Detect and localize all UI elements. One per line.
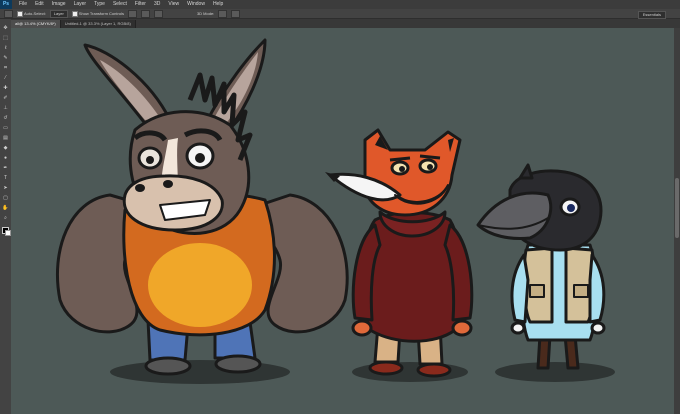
menu-file[interactable]: File [15,0,31,9]
move-tool-icon[interactable]: ✥ [2,25,9,31]
dodge-tool-icon[interactable]: ● [2,155,9,161]
crow-character-icon [476,163,606,370]
menu-help[interactable]: Help [209,0,227,9]
fox-character-icon [325,128,474,378]
align-bottom-icon[interactable] [153,9,163,18]
type-tool-icon[interactable]: T [2,175,9,181]
menu-layer[interactable]: Layer [70,0,91,9]
crow-shadow [495,362,615,382]
auto-select-checkbox[interactable]: Auto-Select: [17,10,46,17]
menu-filter[interactable]: Filter [131,0,150,9]
menu-select[interactable]: Select [109,0,131,9]
document-tab[interactable]: all@ 13.4% (CMYK/8*) [11,20,61,28]
path-select-tool-icon[interactable]: ➤ [2,185,9,191]
crop-tool-icon[interactable]: ⌗ [2,65,9,71]
history-brush-tool-icon[interactable]: ↺ [2,115,9,121]
menu-window[interactable]: Window [183,0,209,9]
align-middle-icon[interactable] [140,9,150,18]
lasso-tool-icon[interactable]: ℓ [2,45,9,51]
scrollbar-thumb[interactable] [675,178,679,238]
menu-type[interactable]: Type [90,0,109,9]
show-transform-checkbox[interactable]: Show Transform Controls [71,10,124,17]
shape-tool-icon[interactable]: ▢ [2,195,9,201]
3d-roll-icon[interactable] [231,9,241,18]
zoom-tool-icon[interactable]: ⌕ [2,215,9,221]
3d-mode-label: 3D Mode: [196,11,215,16]
photoshop-logo-icon: Ps [0,0,12,9]
donkey-shadow [110,360,290,384]
document-canvas[interactable] [11,28,680,414]
menu-image[interactable]: Image [48,0,70,9]
stamp-tool-icon[interactable]: ⊥ [2,105,9,111]
donkey-character-icon [55,38,349,376]
auto-select-dropdown[interactable]: Layer [49,9,68,18]
heal-tool-icon[interactable]: ✚ [2,85,9,91]
quick-select-tool-icon[interactable]: ✎ [2,55,9,61]
3d-rotate-icon[interactable] [218,9,228,18]
gradient-tool-icon[interactable]: ▤ [2,135,9,141]
move-tool-preset-icon[interactable] [4,9,13,18]
menu-3d[interactable]: 3D [150,0,164,9]
menu-view[interactable]: View [164,0,183,9]
brush-tool-icon[interactable]: ✐ [2,95,9,101]
marquee-tool-icon[interactable]: ⬚ [2,35,9,41]
hand-tool-icon[interactable]: ✋ [2,205,9,211]
menu-edit[interactable]: Edit [31,0,48,9]
eraser-tool-icon[interactable]: ▭ [2,125,9,131]
align-top-icon[interactable] [127,9,137,18]
vertical-scrollbar[interactable] [674,28,680,414]
workspace-switcher[interactable]: Essentials [637,11,666,19]
document-tab[interactable]: Untitled-1 @ 33.3% (Layer 1, RGB/8) [60,20,136,28]
pen-tool-icon[interactable]: ✒ [2,165,9,171]
eyedropper-tool-icon[interactable]: ⁄ [2,75,9,81]
blur-tool-icon[interactable]: ◆ [2,145,9,151]
options-bar: Auto-Select: Layer Show Transform Contro… [0,9,680,19]
character-artwork [55,38,615,384]
menu-bar: Ps File Edit Image Layer Type Select Fil… [0,0,680,9]
document-tab-bar: all@ 13.4% (CMYK/8*) Untitled-1 @ 33.3% … [11,19,680,28]
